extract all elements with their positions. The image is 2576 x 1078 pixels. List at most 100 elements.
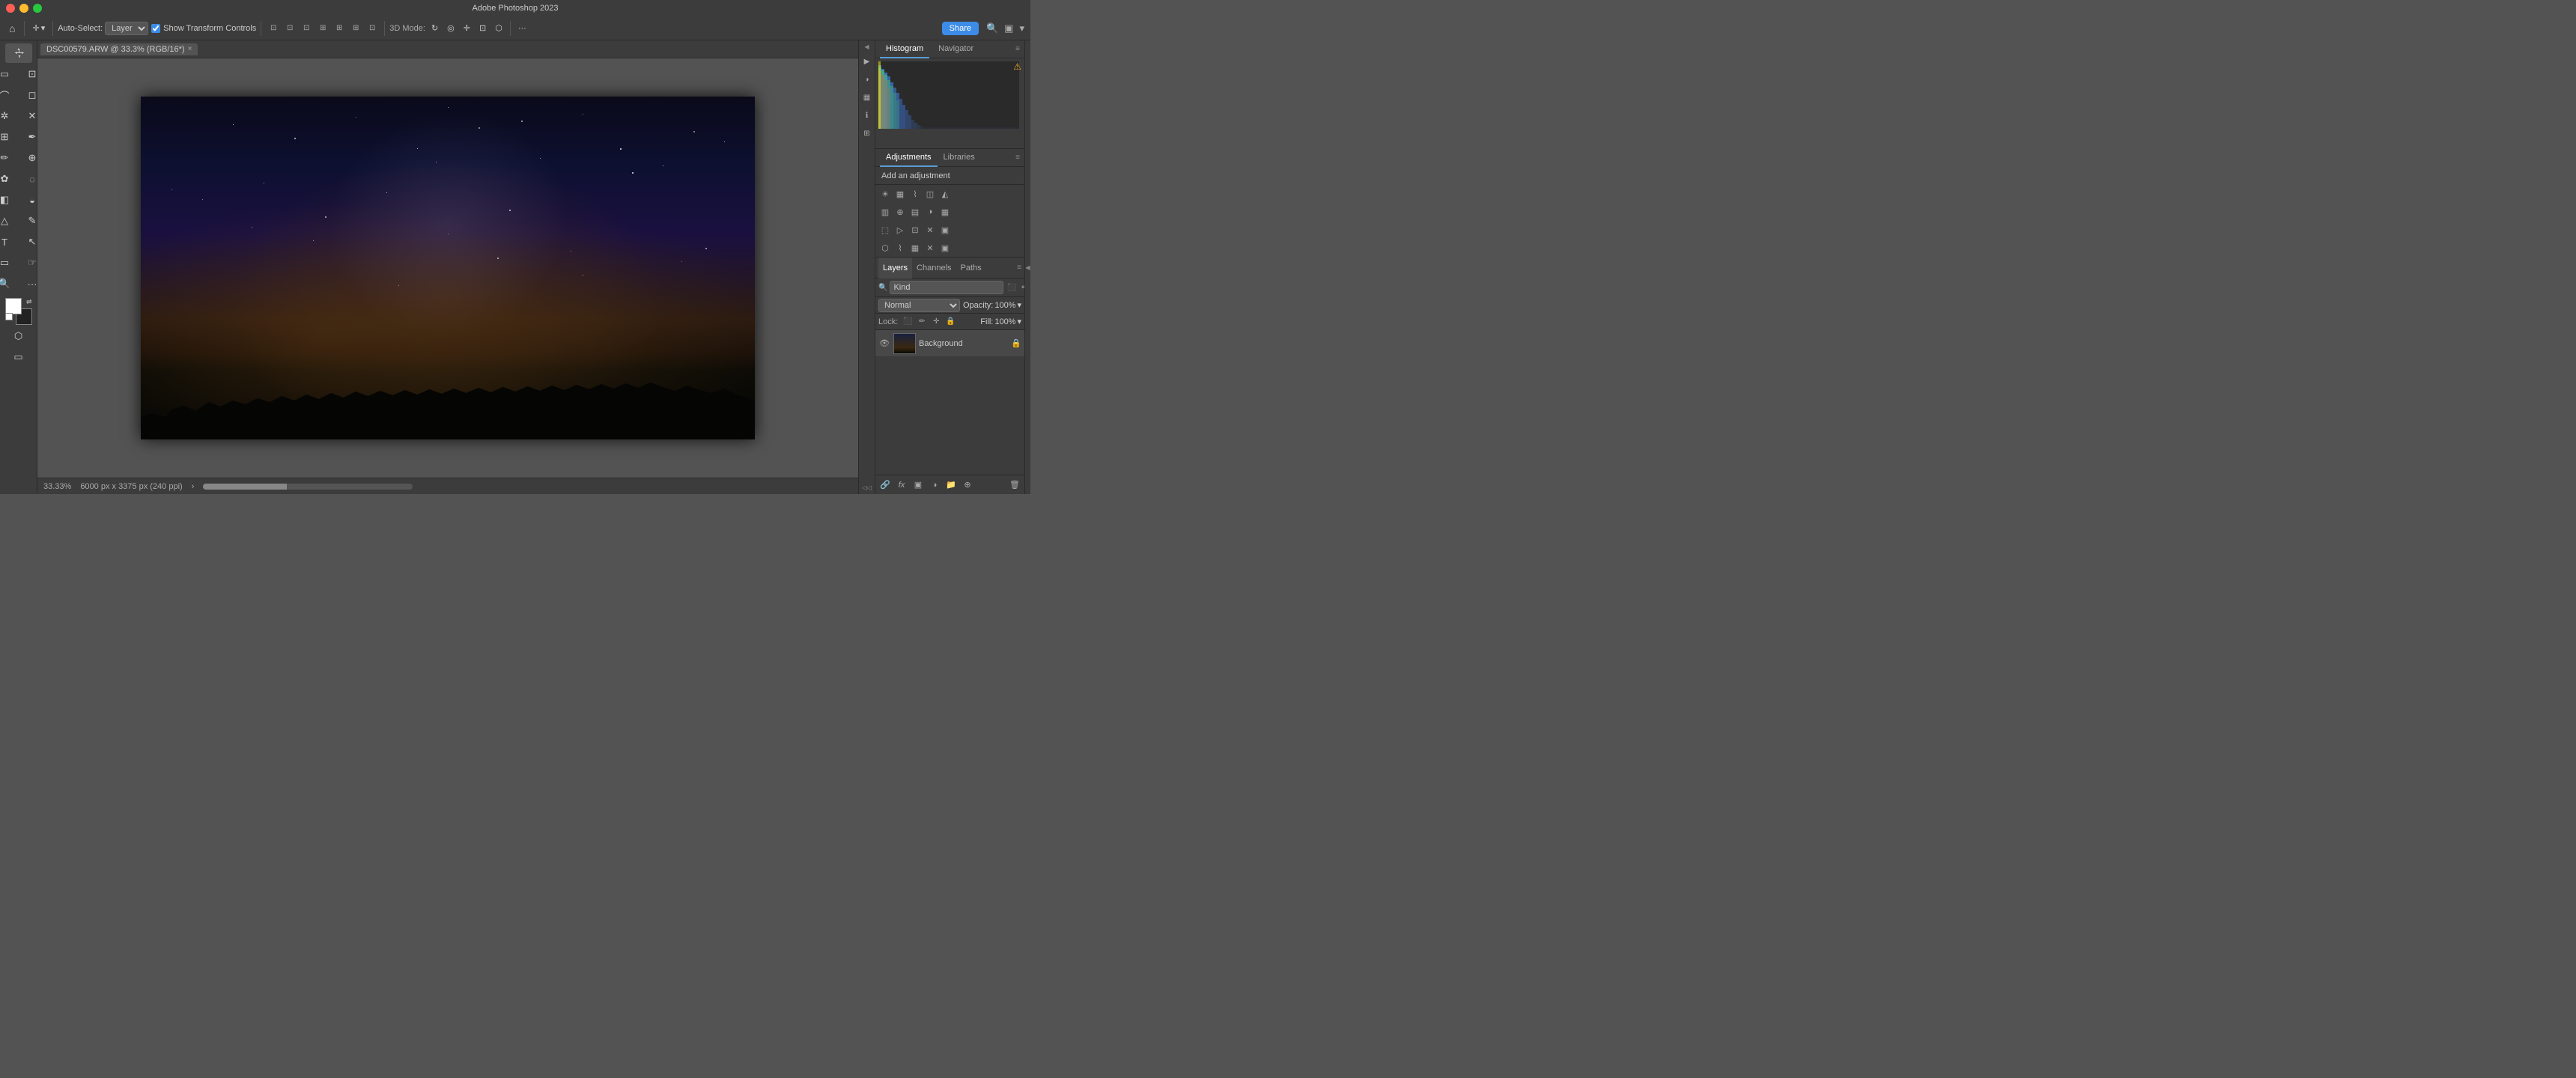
move-tool-button[interactable]: ✛ ▾: [29, 22, 48, 34]
curves2-button[interactable]: ⌇: [893, 241, 907, 255]
layer-visibility-button[interactable]: 👁: [878, 338, 890, 350]
layout-button[interactable]: ▣: [1003, 21, 1015, 36]
brush-tool[interactable]: ✏: [0, 148, 18, 168]
workspace-dropdown-button[interactable]: ▾: [1018, 21, 1026, 36]
eyedropper-tool[interactable]: ✒: [19, 127, 37, 147]
spot-heal-tool[interactable]: ⊕: [19, 148, 37, 168]
3d-slide-button[interactable]: ⊡: [476, 22, 489, 34]
crop-tool[interactable]: ⊞: [0, 127, 18, 147]
photo-filter-button[interactable]: ◑: [923, 205, 937, 219]
brightness2-button[interactable]: ✕: [923, 241, 937, 255]
rectangular-marquee-tool[interactable]: ▭: [0, 64, 18, 84]
layer-item-background[interactable]: 👁 Background 🔒: [875, 330, 1024, 357]
side-collapse-button[interactable]: ◁◁: [862, 484, 871, 491]
adjustments2-icon-button[interactable]: ▦: [860, 91, 874, 104]
lasso-tool[interactable]: ⌒: [0, 85, 18, 105]
align-middle-v-button[interactable]: ⊞: [332, 21, 347, 36]
home-button[interactable]: ⌂: [4, 21, 19, 36]
adjustments-icon-button[interactable]: ◑: [860, 73, 874, 86]
grid-icon-button[interactable]: ⊞: [860, 127, 874, 140]
transform-tool[interactable]: ⊡: [19, 64, 37, 84]
brightness-contrast-button[interactable]: ☀: [878, 187, 892, 201]
posterize-button[interactable]: ⊡: [908, 223, 922, 237]
distribute-button[interactable]: ⊡: [365, 21, 380, 36]
align-right-button[interactable]: ⊡: [299, 21, 314, 36]
default-colors-button[interactable]: [5, 313, 13, 320]
3d-orbit-button[interactable]: ◎: [444, 22, 458, 34]
opacity-value[interactable]: 100%: [994, 301, 1015, 310]
search-button[interactable]: 🔍: [985, 21, 1000, 36]
blend-mode-dropdown[interactable]: Normal: [878, 299, 960, 312]
more-options-button[interactable]: ···: [515, 22, 529, 34]
right-panel-collapse-handle[interactable]: ◀: [1024, 40, 1030, 494]
lock-position-button[interactable]: ✛: [930, 316, 942, 328]
link-layers-button[interactable]: 🔗: [878, 478, 892, 492]
path-select-tool[interactable]: ↖: [19, 232, 37, 252]
threshold-button[interactable]: ✕: [923, 223, 937, 237]
swap-colors-button[interactable]: ⇌: [26, 298, 32, 306]
3d-rotate-button[interactable]: ↻: [428, 22, 441, 34]
color-lookup-button[interactable]: ⬚: [878, 223, 892, 237]
type-tool[interactable]: T: [0, 232, 18, 252]
hsl-button[interactable]: ▥: [878, 205, 892, 219]
tab-navigator[interactable]: Navigator: [932, 40, 979, 58]
vibrance-button[interactable]: ◭: [938, 187, 952, 201]
tab-paths[interactable]: Paths: [956, 258, 986, 278]
status-arrow[interactable]: ›: [192, 482, 195, 491]
play-action-button[interactable]: ▶: [860, 55, 874, 68]
quick-mask-tool[interactable]: ⬡: [5, 326, 32, 346]
fx-button[interactable]: fx: [895, 478, 908, 492]
hand-tool[interactable]: ☞: [19, 253, 37, 272]
histogram-panel-menu[interactable]: ≡: [1015, 45, 1020, 53]
info-icon-button[interactable]: ℹ: [860, 109, 874, 122]
color-swatches[interactable]: ⇌: [5, 298, 32, 325]
levels2-button[interactable]: ▦: [908, 241, 922, 255]
invert-button[interactable]: ▷: [893, 223, 907, 237]
tab-adjustments[interactable]: Adjustments: [880, 149, 938, 167]
align-center-h-button[interactable]: ⊡: [282, 21, 297, 36]
minimize-button[interactable]: [19, 4, 28, 13]
extra-adj-button[interactable]: ▣: [938, 241, 952, 255]
move-tool[interactable]: [5, 43, 32, 63]
adjustments-panel-menu[interactable]: ≡: [1015, 153, 1020, 162]
quick-select-tool[interactable]: ✕: [19, 106, 37, 126]
eraser-tool[interactable]: ◌: [19, 169, 37, 189]
new-fill-button[interactable]: ◑: [928, 478, 941, 492]
align-bottom-button[interactable]: ⊞: [348, 21, 363, 36]
tab-libraries[interactable]: Libraries: [938, 149, 981, 167]
shape-tool[interactable]: △: [0, 211, 18, 231]
filter-adjustment-button[interactable]: ✏: [1018, 281, 1024, 293]
foreground-color-swatch[interactable]: [5, 298, 22, 314]
layers-search-input[interactable]: [890, 281, 1003, 294]
delete-layer-button[interactable]: 🗑: [1008, 478, 1021, 492]
maximize-button[interactable]: [33, 4, 42, 13]
gradient-map-button[interactable]: ▣: [938, 223, 952, 237]
color-balance-button[interactable]: ⊕: [893, 205, 907, 219]
lock-all-button[interactable]: 🔒: [944, 316, 956, 328]
channel-mixer-button[interactable]: ▦: [938, 205, 952, 219]
document-tab[interactable]: DSC00579.ARW @ 33.3% (RGB/16*) ×: [40, 43, 198, 55]
gradient-tool[interactable]: ◧: [0, 190, 18, 210]
close-button[interactable]: [6, 4, 15, 13]
new-group-button[interactable]: 📁: [944, 478, 958, 492]
canvas-viewport[interactable]: [37, 58, 858, 478]
clone-tool[interactable]: ✿: [0, 169, 18, 189]
transform-controls-checkbox[interactable]: [151, 24, 160, 33]
tab-histogram[interactable]: Histogram: [880, 40, 929, 58]
tab-channels[interactable]: Channels: [912, 258, 956, 278]
3d-pan-button[interactable]: ✛: [461, 22, 473, 34]
opacity-arrow[interactable]: ▾: [1017, 300, 1021, 310]
pen-tool[interactable]: ✎: [19, 211, 37, 231]
share-button[interactable]: Share: [942, 22, 979, 35]
align-left-button[interactable]: ⊡: [266, 21, 281, 36]
fill-value[interactable]: 100%: [994, 317, 1015, 326]
magic-wand-tool[interactable]: ✲: [0, 106, 18, 126]
rectangle-tool[interactable]: ▭: [0, 253, 18, 272]
levels-button[interactable]: ▦: [893, 187, 907, 201]
curves-button[interactable]: ⌇: [908, 187, 922, 201]
subject-select-tool[interactable]: ◻: [19, 85, 37, 105]
zoom-tool[interactable]: 🔍: [0, 274, 18, 293]
filter-pixel-button[interactable]: ⬛: [1006, 281, 1018, 293]
burn-tool[interactable]: ◒: [19, 190, 37, 210]
tab-layers[interactable]: Layers: [878, 258, 912, 278]
